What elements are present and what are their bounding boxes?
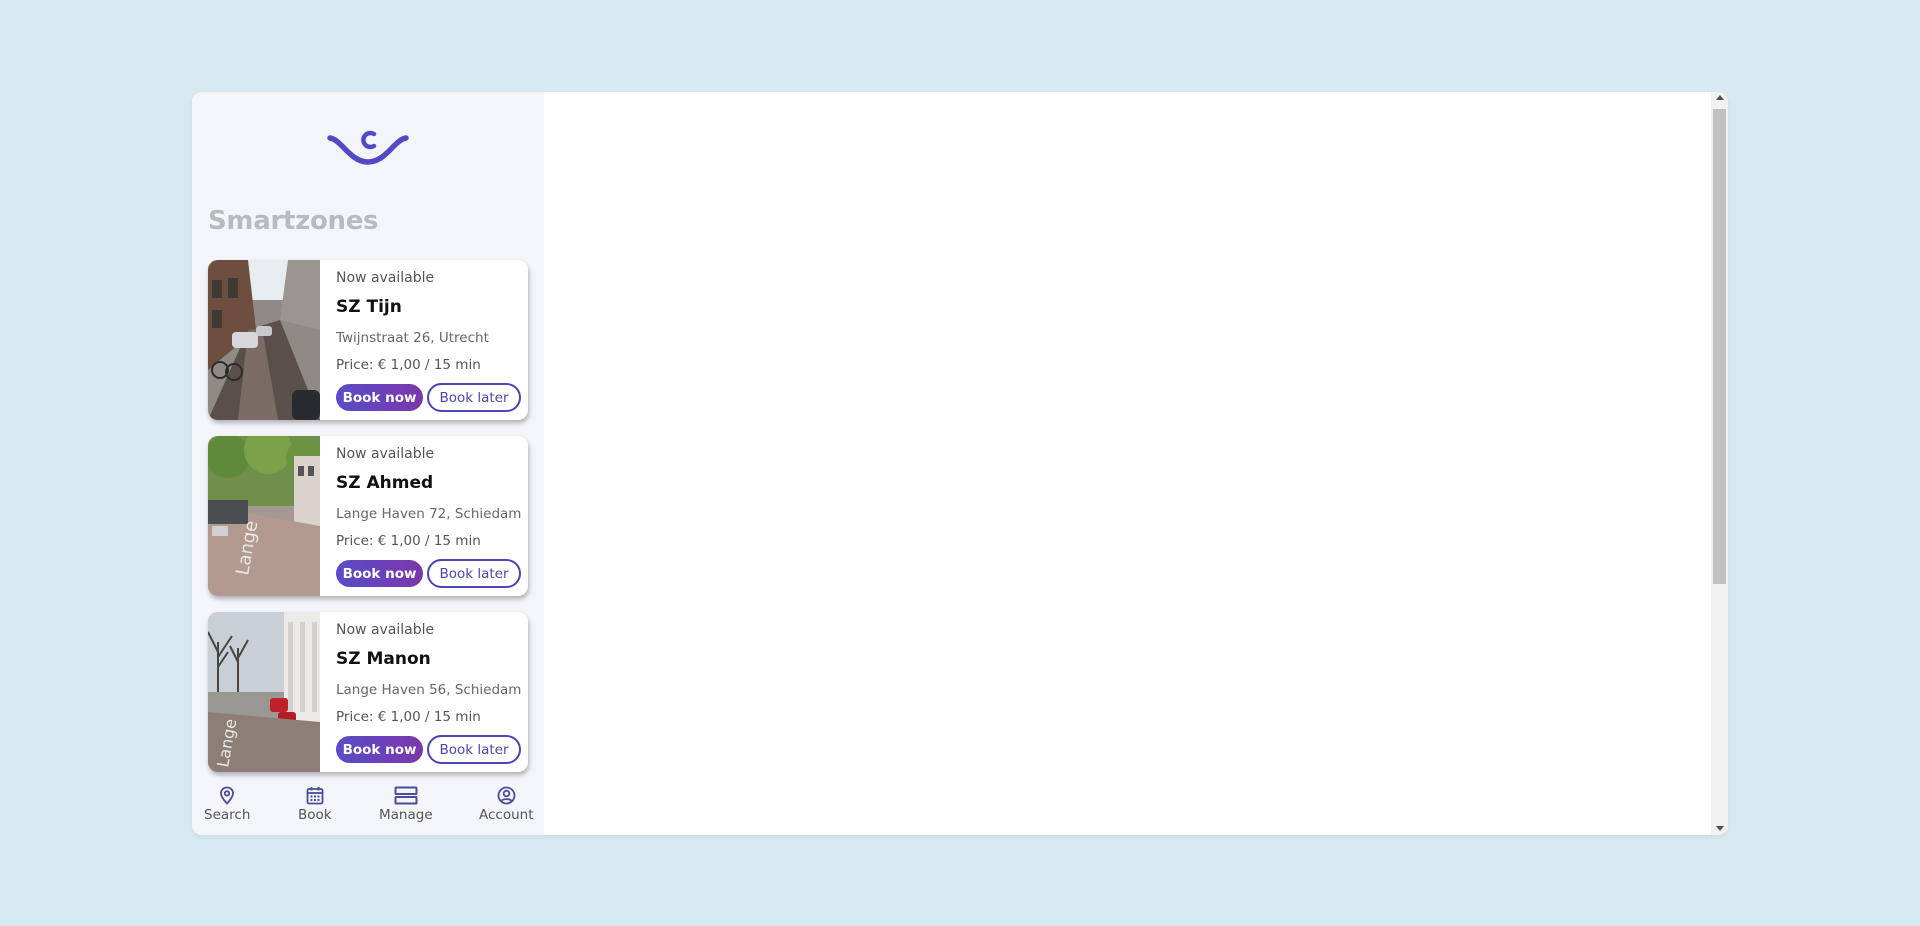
- street-photo: Lange: [208, 612, 320, 772]
- sidebar: Smartzones Now available SZ Tijn Twijnst…: [192, 92, 544, 835]
- smartzone-address: Twijnstraat 26, Utrecht: [336, 330, 489, 346]
- nav-manage[interactable]: Manage: [379, 782, 433, 823]
- availability-status: Now available: [336, 270, 435, 286]
- scroll-up-arrow-icon[interactable]: [1716, 95, 1724, 100]
- book-later-button[interactable]: Book later: [427, 383, 521, 412]
- vertical-scrollbar[interactable]: [1711, 92, 1728, 835]
- bottom-nav: Search Book Manage Account: [192, 782, 544, 835]
- book-now-button[interactable]: Book now: [336, 560, 423, 587]
- smartzone-card[interactable]: Lange Now available SZ Manon Lange Haven…: [208, 612, 528, 772]
- book-later-button[interactable]: Book later: [427, 735, 521, 764]
- nav-label: Manage: [379, 807, 433, 823]
- nav-label: Book: [298, 807, 332, 823]
- smartzone-address: Lange Haven 56, Schiedam: [336, 682, 522, 698]
- nav-account[interactable]: Account: [479, 782, 534, 823]
- location-pin-icon: [220, 786, 235, 805]
- book-now-button[interactable]: Book now: [336, 736, 423, 763]
- smartzone-price: Price: € 1,00 / 15 min: [336, 709, 481, 725]
- app-window: Smartzones Now available SZ Tijn Twijnst…: [192, 92, 1728, 835]
- sidebar-title: Smartzones: [208, 206, 379, 236]
- smartzone-card[interactable]: Lange Now available SZ Ahmed Lange Haven…: [208, 436, 528, 596]
- smartzone-name: SZ Manon: [336, 649, 431, 669]
- logo[interactable]: [192, 126, 544, 176]
- smartzone-address: Lange Haven 72, Schiedam: [336, 506, 522, 522]
- street-photo: [208, 260, 320, 420]
- smartzone-card[interactable]: Now available SZ Tijn Twijnstraat 26, Ut…: [208, 260, 528, 420]
- nav-label: Account: [479, 807, 534, 823]
- smartzone-name: SZ Tijn: [336, 297, 402, 317]
- scroll-down-arrow-icon[interactable]: [1716, 826, 1724, 831]
- map-area[interactable]: [544, 92, 1712, 835]
- calendar-icon: [306, 787, 324, 805]
- nav-label: Search: [204, 807, 251, 823]
- book-now-button[interactable]: Book now: [336, 384, 423, 411]
- book-later-button[interactable]: Book later: [427, 559, 521, 588]
- user-circle-icon: [497, 786, 516, 805]
- availability-status: Now available: [336, 446, 435, 462]
- smartzone-price: Price: € 1,00 / 15 min: [336, 357, 481, 373]
- card-body: Now available SZ Manon Lange Haven 56, S…: [336, 612, 526, 772]
- nav-book[interactable]: Book: [298, 782, 332, 823]
- scrollbar-thumb[interactable]: [1713, 109, 1726, 584]
- brand-logo-icon: [327, 130, 409, 165]
- smartzone-price: Price: € 1,00 / 15 min: [336, 533, 481, 549]
- card-body: Now available SZ Ahmed Lange Haven 72, S…: [336, 436, 526, 596]
- availability-status: Now available: [336, 622, 435, 638]
- street-photo: Lange: [208, 436, 320, 596]
- list-rows-icon: [394, 786, 418, 805]
- smartzone-name: SZ Ahmed: [336, 473, 434, 493]
- nav-search[interactable]: Search: [204, 782, 250, 823]
- card-body: Now available SZ Tijn Twijnstraat 26, Ut…: [336, 260, 526, 420]
- smartzone-list: Now available SZ Tijn Twijnstraat 26, Ut…: [208, 260, 528, 788]
